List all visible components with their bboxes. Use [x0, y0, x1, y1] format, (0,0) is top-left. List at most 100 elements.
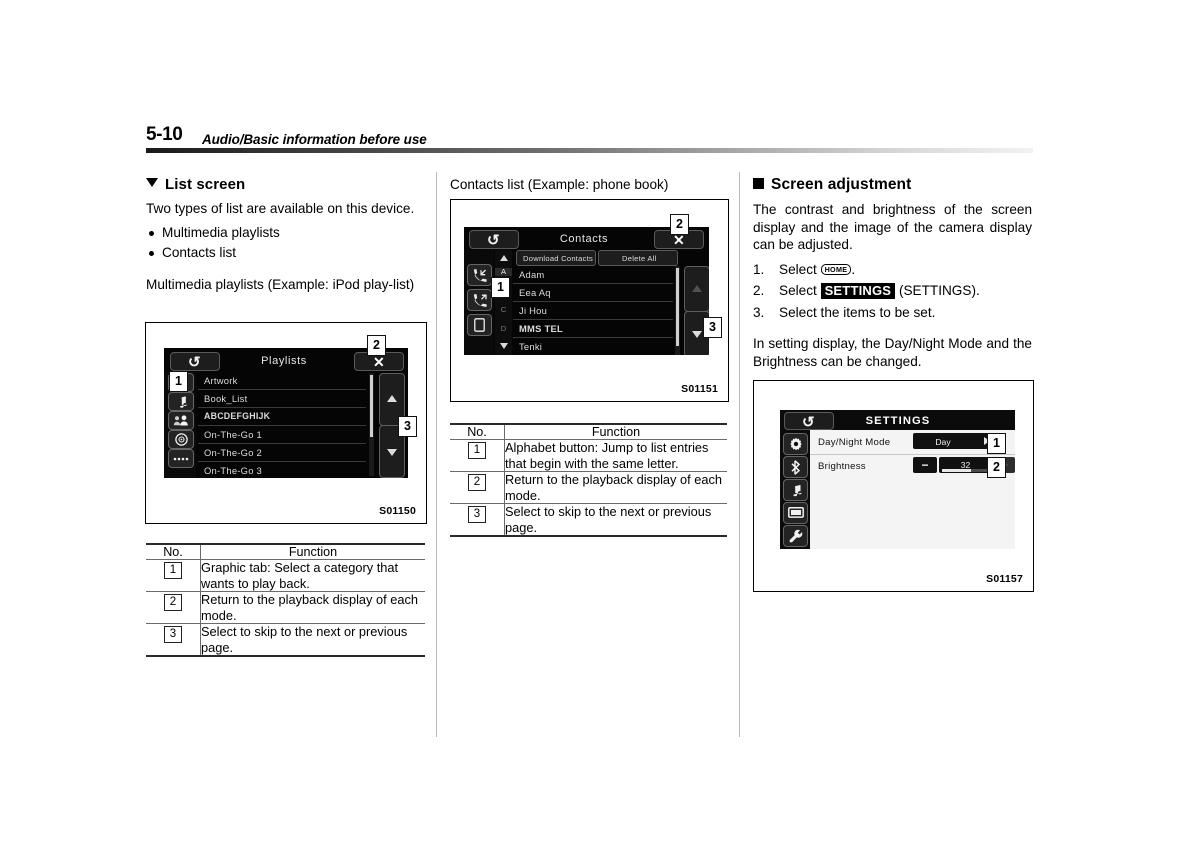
- brightness-minus-button[interactable]: −: [913, 457, 937, 473]
- settings-row-divider: [810, 454, 1015, 455]
- row-number: 2: [164, 594, 182, 611]
- download-contacts-button[interactable]: Download Contacts: [516, 250, 596, 266]
- back-arrow-icon: ↺: [487, 232, 500, 249]
- page-number: 5-10: [146, 124, 183, 145]
- middle-column: Contacts list (Example: phone book): [450, 176, 727, 194]
- alphabet-letter-c[interactable]: C: [495, 306, 512, 314]
- arrow-down-icon: [387, 449, 397, 456]
- contact-row[interactable]: Adam: [519, 269, 545, 280]
- tab-more[interactable]: [168, 449, 194, 468]
- tab-incoming-calls[interactable]: [467, 264, 492, 286]
- row-number: 3: [468, 506, 486, 523]
- row-number: 2: [468, 474, 486, 491]
- outgoing-call-icon: [473, 293, 487, 307]
- day-night-mode-label: Day/Night Mode: [818, 437, 891, 448]
- wrench-icon: [789, 529, 802, 543]
- row-divider: [198, 461, 366, 462]
- callout-2: 2: [367, 335, 386, 356]
- table-row: 1 Alphabet button: Jump to list entries …: [450, 439, 727, 472]
- playlist-row[interactable]: On-The-Go 2: [204, 447, 262, 458]
- square-bullet-icon: [753, 178, 764, 189]
- back-arrow-icon: ↺: [802, 414, 815, 431]
- contact-row[interactable]: Ji Hou: [519, 305, 547, 316]
- tab-sound[interactable]: [783, 479, 808, 501]
- step-2: 2. Select SETTINGS (SETTINGS).: [753, 281, 1032, 301]
- gear-icon: [789, 437, 802, 451]
- step-3-pre: Select the items to be set.: [779, 304, 936, 320]
- brightness-bar-fill: [942, 469, 971, 472]
- alphabet-letter-a[interactable]: A: [495, 268, 512, 276]
- callout-2: 2: [670, 214, 689, 235]
- column-divider-right: [739, 172, 740, 737]
- playlists-scroll-thumb[interactable]: [370, 375, 373, 437]
- tab-artists[interactable]: [168, 411, 194, 430]
- callout-1: 1: [491, 277, 510, 298]
- contacts-title: Contacts: [559, 233, 609, 245]
- table-header-row: No. Function: [146, 543, 425, 560]
- row-function: Alphabet button: Jump to list entries th…: [504, 439, 727, 472]
- incoming-call-icon: [473, 268, 487, 282]
- alphabet-letter-d[interactable]: D: [495, 325, 512, 333]
- right-column: Screen adjustment The contrast and brigh…: [753, 176, 1032, 401]
- contacts-figure-caption: Contacts list (Example: phone book): [450, 177, 669, 192]
- row-number: 3: [164, 626, 182, 643]
- table-row: 1 Graphic tab: Select a category that wa…: [146, 559, 425, 592]
- tab-songs[interactable]: [168, 392, 194, 411]
- delete-all-label: Delete All: [622, 254, 657, 263]
- playlists-back-button[interactable]: ↺: [170, 352, 220, 371]
- table-row: 3 Select to skip to the next or previous…: [146, 623, 425, 657]
- table-row: 2 Return to the playback display of each…: [146, 591, 425, 624]
- close-x-icon: ✕: [373, 354, 385, 370]
- brightness-label: Brightness: [818, 461, 866, 472]
- settings-figure-id: S01157: [986, 573, 1023, 585]
- playlist-row[interactable]: ABCDEFGHIJK: [204, 411, 270, 421]
- tab-display[interactable]: [783, 502, 808, 524]
- arrow-up-icon: [387, 395, 397, 402]
- playlists-device-screen: ↺ Playlists ✕ Artwork Book_List ABCDEFGH…: [164, 348, 408, 478]
- contacts-figure: ↺ Contacts ✕ A B C D: [450, 199, 729, 402]
- row-function: Select to skip to the next or previous p…: [200, 623, 425, 657]
- contact-row[interactable]: MMS TEL: [519, 323, 563, 334]
- display-icon: [787, 507, 804, 518]
- tab-albums[interactable]: [168, 430, 194, 449]
- screen-adjustment-intro: The contrast and brightness of the scree…: [753, 202, 1032, 253]
- screen-adjustment-steps: 1. Select HOME. 2. Select SETTINGS (SETTIN…: [753, 260, 1032, 323]
- contacts-back-button[interactable]: ↺: [469, 230, 519, 249]
- row-divider: [198, 443, 366, 444]
- tab-general-settings[interactable]: [783, 433, 808, 455]
- alphabet-scroll-up-icon[interactable]: [499, 255, 508, 261]
- row-divider: [198, 425, 366, 426]
- left-column: List screen Two types of list are availa…: [146, 176, 425, 293]
- day-night-mode-value-button[interactable]: Day: [913, 433, 997, 449]
- alphabet-scroll-down-icon[interactable]: [499, 343, 508, 349]
- left-function-table: No. Function 1 Graphic tab: Select a cat…: [146, 543, 425, 657]
- list-item: Multimedia playlists: [146, 223, 425, 243]
- page-title: Audio/Basic information before use: [202, 132, 427, 147]
- row-function: Return to the playback display of each m…: [200, 591, 425, 624]
- screen-adjustment-note: In setting display, the Day/Night Mode a…: [753, 336, 1032, 369]
- step-2-number: 2.: [753, 283, 765, 299]
- settings-back-button[interactable]: ↺: [784, 412, 834, 430]
- playlists-title: Playlists: [261, 355, 307, 367]
- playlist-row[interactable]: Book_List: [204, 393, 247, 404]
- alphabet-column[interactable]: A B C D: [495, 250, 512, 355]
- back-arrow-icon: ↺: [188, 354, 201, 371]
- contact-row[interactable]: Eea Aq: [519, 287, 551, 298]
- settings-title: SETTINGS: [865, 415, 931, 427]
- tab-device[interactable]: [467, 314, 492, 336]
- contact-row[interactable]: Tenki: [519, 341, 542, 352]
- col-no-header: No.: [146, 543, 201, 560]
- contacts-page-up-button[interactable]: [684, 266, 709, 312]
- settings-figure: ↺ SETTINGS Day/Night Mode Day Brightness…: [753, 380, 1034, 592]
- playlist-row[interactable]: On-The-Go 3: [204, 465, 262, 476]
- playlist-row[interactable]: On-The-Go 1: [204, 429, 262, 440]
- tab-tools[interactable]: [783, 525, 808, 547]
- delete-all-button[interactable]: Delete All: [598, 250, 678, 266]
- row-divider: [513, 319, 673, 320]
- contacts-scroll-thumb[interactable]: [676, 268, 679, 346]
- tab-bluetooth[interactable]: [783, 456, 808, 478]
- playlist-row[interactable]: Artwork: [204, 375, 238, 386]
- tab-outgoing-calls[interactable]: [467, 289, 492, 311]
- row-number: 1: [468, 442, 486, 459]
- triangle-bullet-icon: [146, 178, 158, 187]
